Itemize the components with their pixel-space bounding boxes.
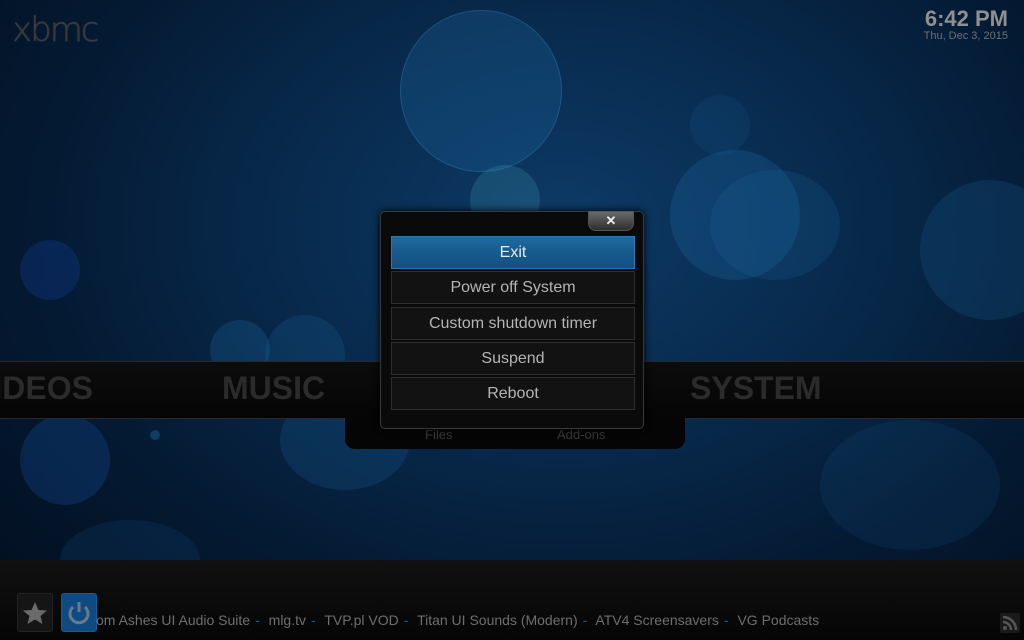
ticker-item: TVP.pl VOD — [324, 612, 399, 628]
clock-time: 6:42 PM — [924, 6, 1008, 31]
reboot-button[interactable]: Reboot — [391, 377, 635, 410]
ticker-item: Titan UI Sounds (Modern) — [417, 612, 578, 628]
submenu-item-addons[interactable]: Add-ons — [557, 427, 605, 442]
power-icon — [68, 602, 90, 625]
rss-ticker[interactable]: om Ashes UI Audio Suite - mlg.tv - TVP.pl … — [96, 612, 819, 628]
close-icon: ✕ — [605, 213, 617, 228]
ticker-item: VG Podcasts — [737, 612, 820, 628]
suspend-button[interactable]: Suspend — [391, 342, 635, 375]
ticker-item: ATV4 Screensavers — [595, 612, 719, 628]
xbmc-logo: xbmc — [12, 10, 100, 50]
custom-shutdown-timer-button[interactable]: Custom shutdown timer — [391, 307, 635, 340]
menu-item-videos[interactable]: VIDEOS — [0, 370, 93, 407]
menu-item-music[interactable]: MUSIC — [222, 370, 325, 407]
star-icon — [23, 602, 47, 624]
menu-item-system[interactable]: SYSTEM — [690, 370, 822, 407]
favourites-button[interactable] — [17, 593, 53, 632]
submenu-item-files[interactable]: Files — [425, 427, 452, 442]
power-off-button[interactable]: Power off System — [391, 271, 635, 304]
ticker-item: mlg.tv — [268, 612, 306, 628]
power-button[interactable] — [61, 593, 97, 632]
footer-bar — [0, 560, 1024, 640]
rss-button[interactable] — [1000, 613, 1020, 633]
exit-button[interactable]: Exit — [391, 236, 635, 269]
clock: 6:42 PM Thu, Dec 3, 2015 — [924, 6, 1008, 42]
rss-icon — [1002, 615, 1018, 631]
shutdown-menu-dialog: ✕ Exit Power off System Custom shutdown … — [380, 211, 644, 429]
clock-date: Thu, Dec 3, 2015 — [923, 30, 1008, 42]
ticker-item: om Ashes UI Audio Suite — [96, 612, 251, 628]
close-button[interactable]: ✕ — [588, 211, 634, 231]
